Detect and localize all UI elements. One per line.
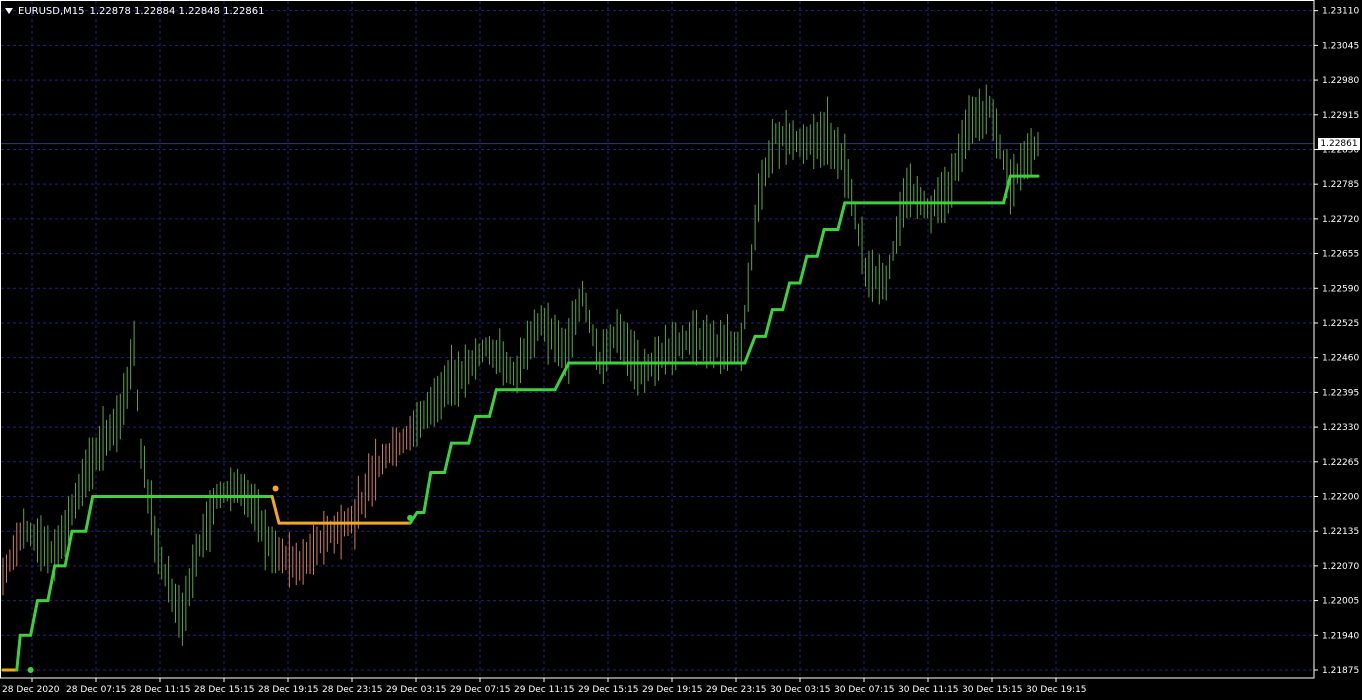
plot-frame bbox=[0, 0, 1315, 679]
y-tick-label: 1.23045 bbox=[1322, 41, 1359, 51]
y-tick-label: 1.21875 bbox=[1322, 666, 1359, 676]
trail-connector bbox=[443, 441, 453, 474]
trail-connector bbox=[15, 633, 22, 672]
y-tick-label: 1.22265 bbox=[1322, 458, 1359, 468]
y-tick-label: 1.22005 bbox=[1322, 597, 1359, 607]
signal-dot bbox=[407, 514, 414, 521]
y-tick-label: 1.22655 bbox=[1322, 250, 1359, 260]
x-tick-label: 29 Dec 07:15 bbox=[450, 685, 511, 695]
y-tick-label: 1.22720 bbox=[1322, 215, 1359, 225]
x-tick-label: 30 Dec 03:15 bbox=[770, 685, 831, 695]
trail-connector bbox=[84, 494, 95, 533]
x-tick-label: 28 Dec 11:15 bbox=[130, 685, 191, 695]
chart-grid bbox=[1, 1, 1314, 678]
trail-connector bbox=[467, 414, 478, 445]
x-tick-label: 29 Dec 23:15 bbox=[706, 685, 767, 695]
trail-connector bbox=[422, 470, 433, 515]
y-tick-label: 1.21940 bbox=[1322, 631, 1359, 641]
trail-connector bbox=[781, 281, 792, 312]
x-tick-label: 30 Dec 07:15 bbox=[834, 685, 895, 695]
x-tick-label: 29 Dec 19:15 bbox=[642, 685, 703, 695]
symbol-name: EURUSD,M15 bbox=[18, 5, 85, 17]
trail-connector bbox=[815, 228, 826, 258]
x-tick-label: 30 Dec 15:15 bbox=[962, 685, 1023, 695]
y-tick-label: 1.22785 bbox=[1322, 180, 1359, 190]
y-tick-label: 1.22980 bbox=[1322, 76, 1359, 86]
current-price-label: 1.22861 bbox=[1318, 137, 1360, 150]
x-tick-label: 29 Dec 11:15 bbox=[514, 685, 575, 695]
signal-dot bbox=[272, 485, 279, 492]
y-tick-label: 1.22330 bbox=[1322, 423, 1359, 433]
price-chart[interactable]: 1.231101.230451.229801.229151.228501.227… bbox=[0, 0, 1362, 700]
x-tick-label: 28 Dec 07:15 bbox=[66, 685, 127, 695]
chevron-down-icon[interactable] bbox=[5, 8, 13, 14]
y-tick-label: 1.22590 bbox=[1322, 284, 1359, 294]
chart-window[interactable]: 1.23110 1.23045 1.22980 1.22915 1.22850 1.227… bbox=[0, 0, 1362, 700]
trail-connector bbox=[743, 334, 757, 365]
x-tick-label: 30 Dec 11:15 bbox=[898, 685, 959, 695]
x-tick-label: 28 Dec 2020 bbox=[2, 685, 60, 695]
chart-axes: 1.231101.230451.229801.229151.228501.227… bbox=[0, 0, 1359, 695]
ohlc-values: 1.22878 1.22884 1.22848 1.22861 bbox=[89, 5, 265, 17]
y-tick-label: 1.22135 bbox=[1322, 527, 1359, 537]
x-tick-label: 28 Dec 19:15 bbox=[258, 685, 319, 695]
symbol-header[interactable]: EURUSD,M15 1.22878 1.22884 1.22848 1.228… bbox=[5, 4, 264, 18]
trail-connector bbox=[270, 494, 281, 525]
y-tick-label: 1.22915 bbox=[1322, 111, 1359, 121]
y-tick-label: 1.22525 bbox=[1322, 319, 1359, 329]
x-tick-label: 29 Dec 03:15 bbox=[386, 685, 447, 695]
trail-connector bbox=[46, 564, 57, 603]
x-tick-label: 28 Dec 15:15 bbox=[194, 685, 255, 695]
signal-dot bbox=[27, 666, 34, 673]
trail-connector bbox=[29, 599, 39, 637]
y-tick-label: 1.22460 bbox=[1322, 354, 1359, 364]
trail-connector bbox=[487, 388, 498, 418]
x-tick-label: 30 Dec 19:15 bbox=[1026, 685, 1087, 695]
y-tick-label: 1.22070 bbox=[1322, 562, 1359, 572]
y-tick-label: 1.22200 bbox=[1322, 492, 1359, 502]
trail-connector bbox=[798, 254, 809, 285]
candlestick-series bbox=[2, 84, 1039, 646]
trailing-stop-indicator bbox=[1, 174, 1040, 672]
trail-connector bbox=[836, 201, 847, 232]
x-tick-label: 29 Dec 15:15 bbox=[578, 685, 639, 695]
y-tick-label: 1.23110 bbox=[1322, 7, 1359, 17]
x-tick-label: 28 Dec 23:15 bbox=[322, 685, 383, 695]
y-tick-label: 1.22395 bbox=[1322, 388, 1359, 398]
